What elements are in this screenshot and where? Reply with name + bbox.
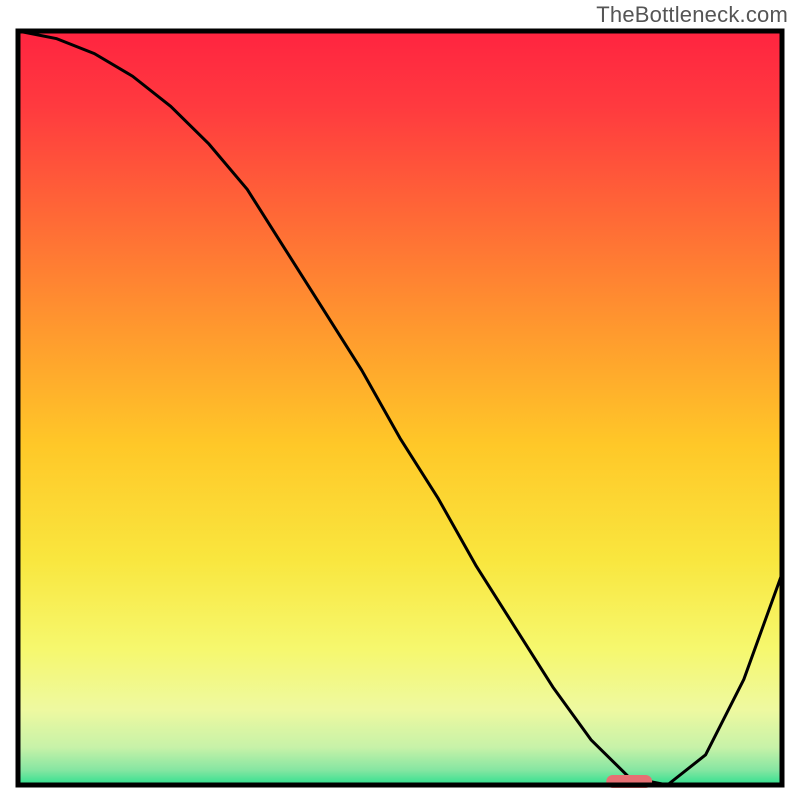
chart-svg bbox=[15, 28, 785, 788]
chart-container: TheBottleneck.com bbox=[0, 0, 800, 800]
plot-area bbox=[15, 28, 785, 788]
watermark-text: TheBottleneck.com bbox=[596, 2, 788, 28]
